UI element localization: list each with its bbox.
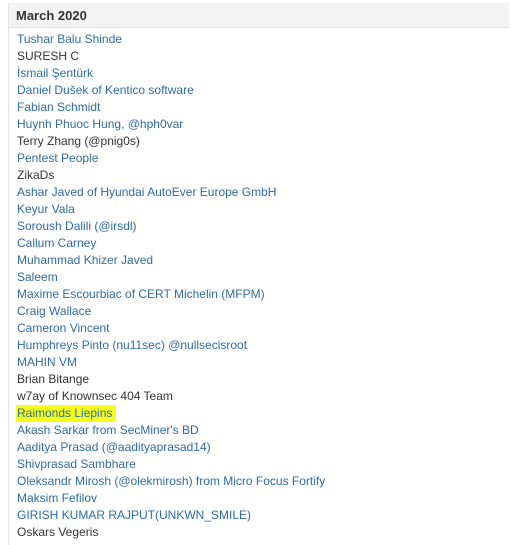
list-item: Oleksandr Mirosh (@olekmirosh) from Micr… xyxy=(9,473,509,490)
researcher-link[interactable]: İsmail Şentürk xyxy=(17,65,95,82)
researcher-link[interactable]: MAHIN VM xyxy=(17,354,79,371)
list-item: ZikaDs xyxy=(9,167,509,184)
researcher-link[interactable]: Pentest People xyxy=(17,150,100,167)
researcher-link[interactable]: Raimonds Liepins xyxy=(16,405,117,422)
researcher-link[interactable]: Maxime Escourbiac of CERT Michelin (MFPM… xyxy=(17,286,267,303)
list-item: Tushar Balu Shinde xyxy=(9,31,509,48)
list-item: Maksim Fefilov xyxy=(9,490,509,507)
list-item: MAHIN VM xyxy=(9,354,509,371)
list-item: Callum Carney xyxy=(9,235,509,252)
list-item: Huynh Phuoc Hung, @hph0var xyxy=(9,116,509,133)
list-item: Akash Sarkar from SecMiner's BD xyxy=(9,422,509,439)
researcher-name: Oskars Vegeris xyxy=(17,525,99,539)
list-item: Keyur Vala xyxy=(9,201,509,218)
researcher-link[interactable]: Craig Wallace xyxy=(17,303,93,320)
acknowledgements-panel: March 2020 Tushar Balu Shinde SURESH C İsm… xyxy=(8,3,509,545)
list-item: Shivprasad Sambhare xyxy=(9,456,509,473)
section-title: March 2020 xyxy=(16,7,87,23)
list-item: Saleem xyxy=(9,269,509,286)
researcher-link[interactable]: Cameron Vincent xyxy=(17,320,112,337)
researcher-link[interactable]: Ashar Javed of Hyundai AutoEver Europe G… xyxy=(17,184,278,201)
list-item: Fabian Schmidt xyxy=(9,99,509,116)
list-item: Pentest People xyxy=(9,150,509,167)
researcher-name: Terry Zhang (@pnig0s) xyxy=(17,134,140,148)
researcher-link[interactable]: Daniel Dušek of Kentico software xyxy=(17,82,196,99)
list-item: Humphreys Pinto (nu11sec) @nullsecisroot xyxy=(9,337,509,354)
researcher-name: SURESH C xyxy=(17,49,80,63)
researcher-link[interactable]: Callum Carney xyxy=(17,235,98,252)
list-item: Ashar Javed of Hyundai AutoEver Europe G… xyxy=(9,184,509,201)
list-item: GIRISH KUMAR RAJPUT(UNKWN_SMILE) xyxy=(9,507,509,524)
researcher-link[interactable]: Akash Sarkar from SecMiner's BD xyxy=(17,422,201,439)
list-item: Muhammad Khizer Javed xyxy=(9,252,509,269)
researcher-link[interactable]: Shivprasad Sambhare xyxy=(17,456,138,473)
list-item: Terry Zhang (@pnig0s) xyxy=(9,133,509,150)
list-item: Soroush Dalili (@irsdl) xyxy=(9,218,509,235)
acknowledgements-list: Tushar Balu Shinde SURESH C İsmail Şentürk… xyxy=(9,28,509,541)
researcher-name: Brian Bitange xyxy=(17,372,90,386)
list-item: SURESH C xyxy=(9,48,509,65)
list-item: w7ay of Knownsec 404 Team xyxy=(9,388,509,405)
list-item: Oskars Vegeris xyxy=(9,524,509,541)
researcher-link[interactable]: Soroush Dalili (@irsdl) xyxy=(17,218,139,235)
researcher-link[interactable]: Saleem xyxy=(17,269,60,286)
list-item: Craig Wallace xyxy=(9,303,509,320)
researcher-link[interactable]: Huynh Phuoc Hung, @hph0var xyxy=(17,116,185,133)
researcher-link[interactable]: Humphreys Pinto (nu11sec) @nullsecisroot xyxy=(17,337,249,354)
list-item: Maxime Escourbiac of CERT Michelin (MFPM… xyxy=(9,286,509,303)
list-item: Daniel Dušek of Kentico software xyxy=(9,82,509,99)
list-item: Raimonds Liepins xyxy=(9,405,509,422)
researcher-link[interactable]: Keyur Vala xyxy=(17,201,77,218)
list-item: Cameron Vincent xyxy=(9,320,509,337)
section-header: March 2020 xyxy=(9,3,509,28)
researcher-link[interactable]: Aaditya Prasad (@aadityaprasad14) xyxy=(17,439,213,456)
researcher-link[interactable]: Fabian Schmidt xyxy=(17,99,102,116)
list-item: İsmail Şentürk xyxy=(9,65,509,82)
researcher-link[interactable]: Maksim Fefilov xyxy=(17,490,99,507)
researcher-link[interactable]: Muhammad Khizer Javed xyxy=(17,252,155,269)
researcher-link[interactable]: Tushar Balu Shinde xyxy=(17,31,124,48)
researcher-link[interactable]: GIRISH KUMAR RAJPUT(UNKWN_SMILE) xyxy=(17,507,253,524)
list-item: Aaditya Prasad (@aadityaprasad14) xyxy=(9,439,509,456)
list-item: Brian Bitange xyxy=(9,371,509,388)
researcher-name: ZikaDs xyxy=(17,168,55,182)
researcher-link[interactable]: Oleksandr Mirosh (@olekmirosh) from Micr… xyxy=(17,473,327,490)
researcher-name: w7ay of Knownsec 404 Team xyxy=(17,389,173,403)
